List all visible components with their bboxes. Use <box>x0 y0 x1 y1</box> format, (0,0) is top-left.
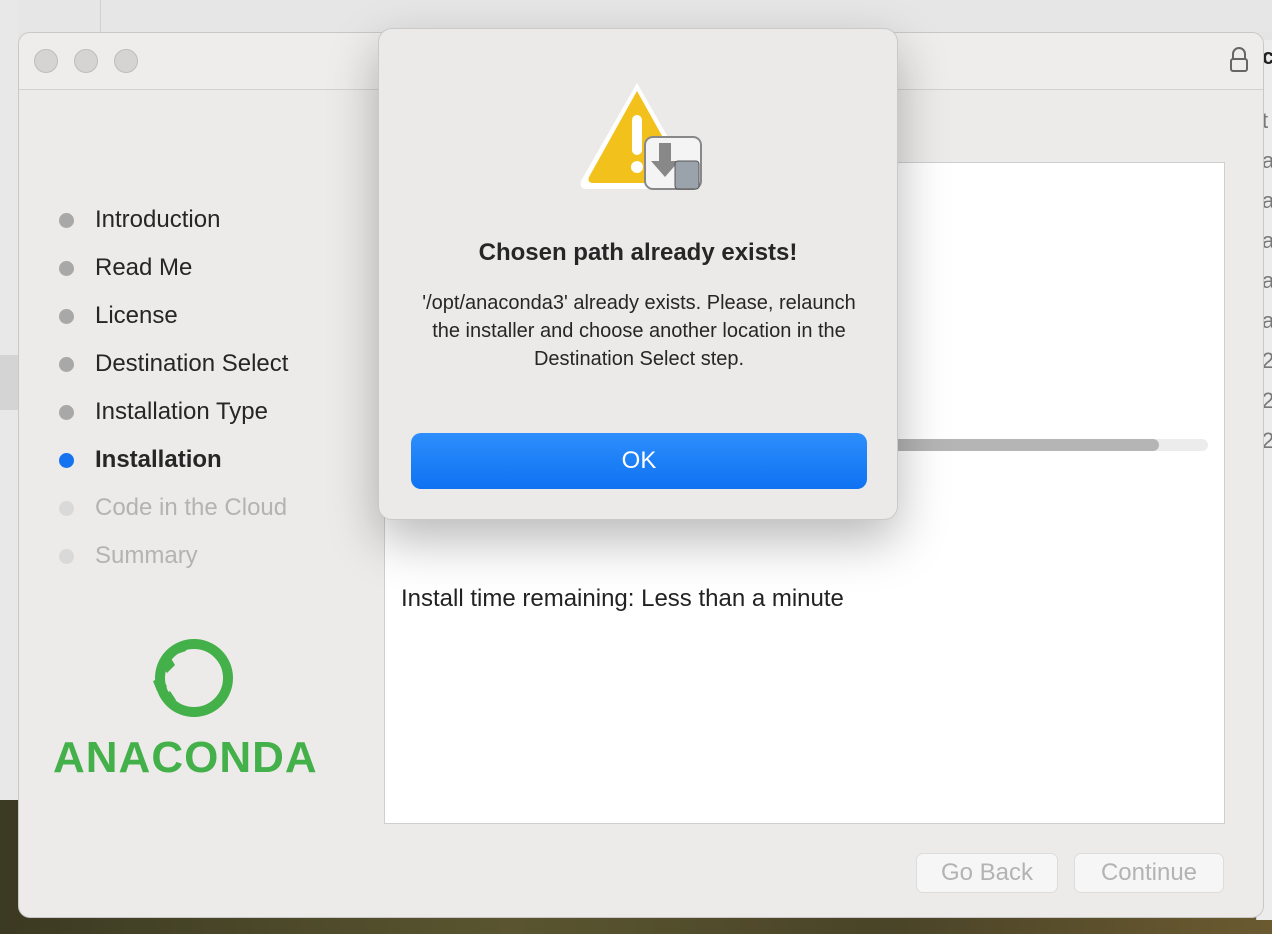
divider <box>100 0 101 32</box>
alert-dialog: Chosen path already exists! '/opt/anacon… <box>378 28 898 520</box>
ok-button[interactable]: OK <box>411 433 867 489</box>
step-status-dot <box>59 356 74 372</box>
step-label: Installation <box>95 446 222 473</box>
anaconda-wordmark: ANACONDA <box>53 733 318 782</box>
sidebar-step-introduction: Introduction <box>59 206 220 234</box>
lock-icon <box>1230 47 1248 72</box>
step-label: Destination Select <box>95 350 289 377</box>
step-label: Read Me <box>95 254 193 281</box>
step-status-dot <box>59 260 74 276</box>
sidebar-step-destination-select: Destination Select <box>59 350 288 378</box>
time-remaining-text: Install time remaining: Less than a minu… <box>401 585 844 612</box>
step-status-dot <box>59 548 74 564</box>
sidebar-step-installation-type: Installation Type <box>59 398 268 426</box>
step-status-dot <box>59 500 74 516</box>
background-selected-row <box>0 355 18 410</box>
dialog-message: '/opt/anaconda3' already exists. Please,… <box>422 292 856 370</box>
sidebar-step-license: License <box>59 302 178 330</box>
step-label: Code in the Cloud <box>95 494 288 521</box>
go-back-button[interactable]: Go Back <box>916 853 1058 893</box>
install-progress-bar <box>882 439 1208 451</box>
step-status-dot <box>59 308 74 324</box>
step-status-dot <box>59 212 74 228</box>
step-label: Summary <box>95 542 198 569</box>
background-window-left <box>0 0 18 934</box>
step-label: Introduction <box>95 206 221 233</box>
sidebar-step-summary: Summary <box>59 542 198 570</box>
zoom-button[interactable] <box>114 49 138 73</box>
step-status-dot <box>59 452 74 468</box>
warning-with-disk-icon <box>580 83 702 190</box>
dialog-title: Chosen path already exists! <box>478 239 798 266</box>
step-label: License <box>95 302 178 329</box>
sidebar-step-code-in-the-cloud: Code in the Cloud <box>59 494 287 522</box>
step-status-dot <box>59 404 74 420</box>
step-label: Installation Type <box>95 398 269 425</box>
sidebar-step-installation: Installation <box>59 446 222 474</box>
continue-button[interactable]: Continue <box>1074 853 1224 893</box>
sidebar-step-read-me: Read Me <box>59 254 192 282</box>
progress-fill <box>882 439 1160 451</box>
minimize-button[interactable] <box>74 49 98 73</box>
close-button[interactable] <box>34 49 58 73</box>
